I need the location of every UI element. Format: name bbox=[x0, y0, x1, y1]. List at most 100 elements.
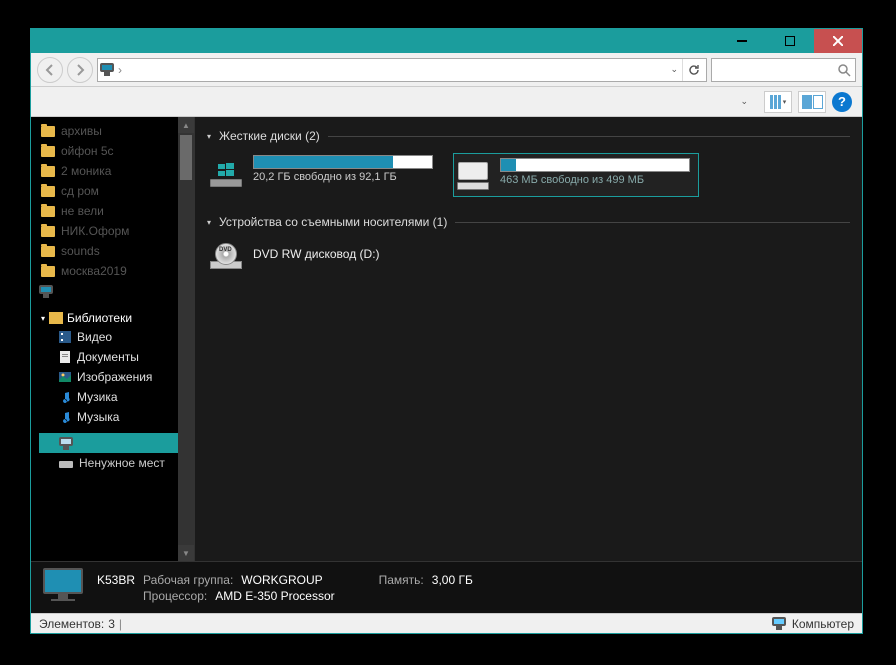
computer-item[interactable] bbox=[39, 281, 192, 301]
folder-item[interactable]: москва2019 bbox=[39, 261, 192, 281]
folder-item[interactable]: ойфон 5с bbox=[39, 141, 192, 161]
drive-item-c[interactable]: 20,2 ГБ свободно из 92,1 ГБ bbox=[209, 153, 433, 197]
content-pane: ▾ Жесткие диски (2) 20,2 ГБ свободно из … bbox=[195, 117, 862, 561]
folder-label: НИК.Оформ bbox=[61, 224, 129, 238]
details-wg-value: WORKGROUP bbox=[241, 573, 322, 587]
folder-label: сд ром bbox=[61, 184, 99, 198]
details-mem-value: 3,00 ГБ bbox=[432, 573, 473, 587]
divider bbox=[328, 136, 850, 137]
library-item-music1[interactable]: Музика bbox=[39, 387, 192, 407]
search-icon bbox=[837, 63, 851, 77]
drive-subtitle: 20,2 ГБ свободно из 92,1 ГБ bbox=[253, 171, 433, 183]
divider bbox=[455, 222, 850, 223]
details-wg-label: Рабочая группа: bbox=[143, 573, 233, 587]
ribbon-bar: ⌄ ▾ ? bbox=[31, 87, 862, 117]
sidebar-item-selected[interactable] bbox=[39, 433, 192, 453]
drive-item-reserved[interactable]: 463 МБ свободно из 499 МБ bbox=[453, 153, 699, 197]
group-header-drives[interactable]: ▾ Жесткие диски (2) bbox=[207, 129, 850, 143]
scroll-thumb[interactable] bbox=[180, 135, 192, 180]
view-layout-button[interactable]: ▾ bbox=[764, 91, 792, 113]
drive-icon bbox=[59, 458, 73, 468]
drive-subtitle: 463 МБ свободно из 499 МБ bbox=[500, 174, 690, 186]
library-item-images[interactable]: Изображения bbox=[39, 367, 192, 387]
folder-item[interactable]: архивы bbox=[39, 121, 192, 141]
computer-icon bbox=[100, 63, 114, 76]
computer-icon bbox=[39, 285, 53, 298]
folder-icon bbox=[41, 166, 55, 177]
caret-down-icon: ▾ bbox=[41, 314, 45, 323]
folder-icon bbox=[41, 126, 55, 137]
status-elements-label: Элементов: bbox=[39, 617, 104, 631]
sidebar-item-unused[interactable]: Ненужное мест bbox=[39, 453, 192, 473]
status-right-item[interactable]: Компьютер bbox=[772, 617, 854, 631]
group-header-removable[interactable]: ▾ Устройства со съемными носителями (1) bbox=[207, 215, 850, 229]
folder-label: ойфон 5с bbox=[61, 144, 114, 158]
library-item-video[interactable]: Видео bbox=[39, 327, 192, 347]
folder-icon bbox=[41, 186, 55, 197]
drive-usage-bar bbox=[253, 155, 433, 169]
group-title: Жесткие диски (2) bbox=[219, 129, 320, 143]
library-item-documents[interactable]: Документы bbox=[39, 347, 192, 367]
music-icon bbox=[59, 391, 71, 403]
caret-down-icon: ▾ bbox=[207, 132, 211, 141]
details-name: K53BR bbox=[97, 573, 135, 587]
unused-label: Ненужное мест bbox=[79, 456, 165, 470]
address-bar[interactable]: › ⌄ bbox=[97, 58, 707, 82]
status-right-label: Компьютер bbox=[792, 617, 854, 631]
folder-label: москва2019 bbox=[61, 264, 127, 278]
libraries-icon bbox=[49, 312, 63, 324]
status-separator: | bbox=[119, 617, 122, 631]
library-label: Видео bbox=[77, 330, 112, 344]
search-box[interactable] bbox=[711, 58, 856, 82]
title-bar bbox=[31, 29, 862, 53]
folder-item[interactable]: sounds bbox=[39, 241, 192, 261]
library-label: Изображения bbox=[77, 370, 152, 384]
explorer-window: › ⌄ ⌄ ▾ ? архивы bbox=[30, 28, 863, 634]
help-button[interactable]: ? bbox=[832, 92, 852, 112]
status-bar: Элементов: 3 | Компьютер bbox=[31, 613, 862, 633]
details-cpu-label: Процессор: bbox=[143, 589, 207, 603]
folder-item[interactable]: НИК.Оформ bbox=[39, 221, 192, 241]
minimize-button[interactable] bbox=[718, 29, 766, 53]
folder-item[interactable]: не вели bbox=[39, 201, 192, 221]
document-icon bbox=[59, 351, 71, 363]
forward-button[interactable] bbox=[67, 57, 93, 83]
close-button[interactable] bbox=[814, 29, 862, 53]
folder-icon bbox=[41, 226, 55, 237]
library-item-music2[interactable]: Музыка bbox=[39, 407, 192, 427]
details-cpu-value: AMD E-350 Processor bbox=[215, 589, 334, 603]
folder-label: архивы bbox=[61, 124, 102, 138]
computer-icon bbox=[59, 437, 73, 450]
video-icon bbox=[59, 331, 71, 343]
folder-label: 2 моника bbox=[61, 164, 111, 178]
maximize-button[interactable] bbox=[766, 29, 814, 53]
caret-down-icon: ▾ bbox=[207, 218, 211, 227]
back-button[interactable] bbox=[37, 57, 63, 83]
music-icon bbox=[59, 411, 71, 423]
image-icon bbox=[59, 371, 71, 383]
sidebar-scrollbar[interactable]: ▲ ▼ bbox=[178, 117, 194, 561]
windows-icon bbox=[218, 163, 234, 177]
scroll-down-icon[interactable]: ▼ bbox=[178, 545, 194, 561]
expand-ribbon-icon[interactable]: ⌄ bbox=[740, 96, 748, 107]
dvd-drive-item[interactable]: DVD DVD RW дисковод (D:) bbox=[209, 239, 850, 269]
folder-label: sounds bbox=[61, 244, 100, 258]
library-label: Документы bbox=[77, 350, 139, 364]
folder-item[interactable]: сд ром bbox=[39, 181, 192, 201]
scroll-up-icon[interactable]: ▲ bbox=[178, 117, 194, 133]
folder-icon bbox=[41, 206, 55, 217]
libraries-section[interactable]: ▾ Библиотеки bbox=[39, 309, 192, 327]
refresh-button[interactable] bbox=[682, 59, 704, 81]
navigation-bar: › ⌄ bbox=[31, 53, 862, 87]
drive-icon bbox=[456, 156, 490, 190]
status-elements-count: 3 bbox=[108, 617, 115, 631]
details-mem-label: Память: bbox=[379, 573, 424, 587]
folder-icon bbox=[41, 146, 55, 157]
address-dropdown-icon[interactable]: ⌄ bbox=[670, 64, 678, 75]
dvd-icon: DVD bbox=[209, 239, 243, 269]
breadcrumb-separator: › bbox=[118, 63, 122, 77]
folder-icon bbox=[41, 246, 55, 257]
nav-pane: архивы ойфон 5с 2 моника сд ром не вели … bbox=[31, 117, 195, 561]
folder-item[interactable]: 2 моника bbox=[39, 161, 192, 181]
preview-pane-button[interactable] bbox=[798, 91, 826, 113]
